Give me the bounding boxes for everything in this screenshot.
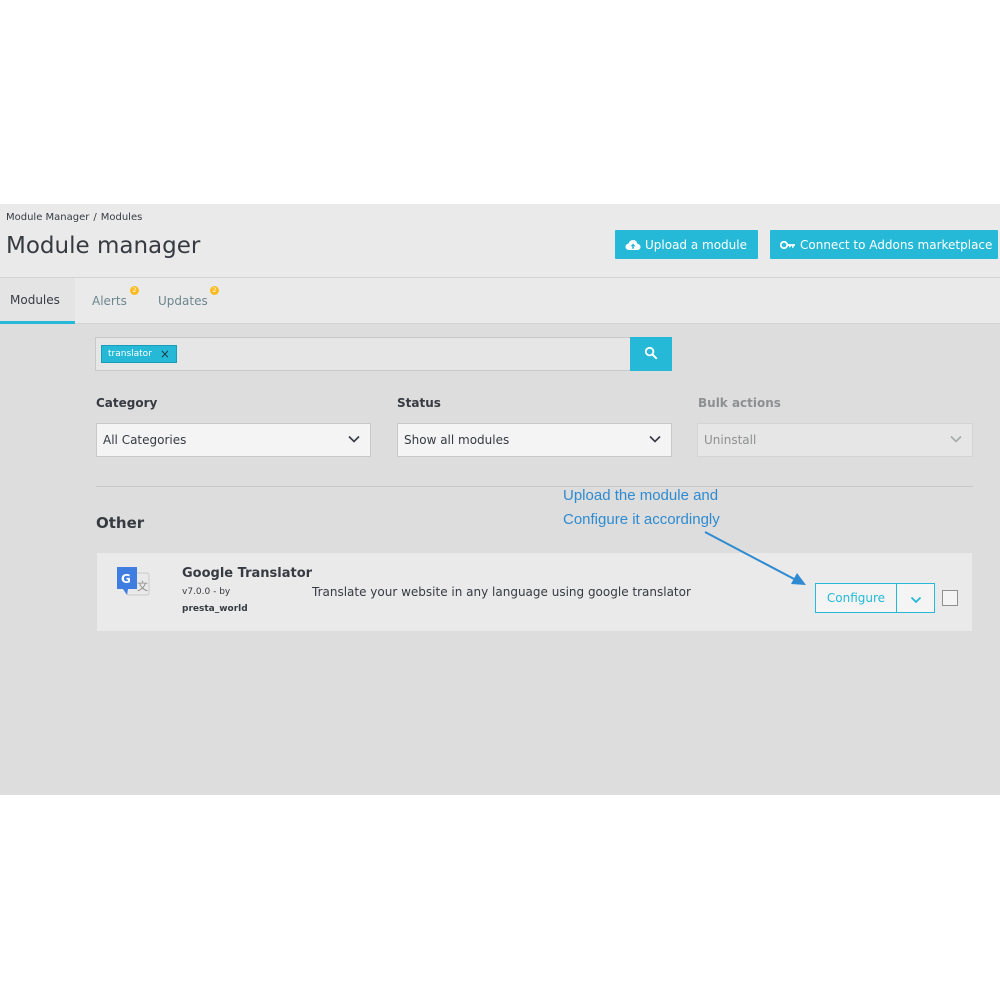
module-card: 文 G Google Translator v7.0.0 - by presta…: [96, 552, 973, 632]
section-title-other: Other: [96, 514, 145, 532]
chevron-down-icon: [348, 435, 360, 443]
annotation-text: Upload the module and Configure it accor…: [563, 484, 803, 532]
module-select-checkbox[interactable]: [942, 590, 958, 606]
breadcrumb-item-module-manager[interactable]: Module Manager: [6, 212, 89, 223]
tab-updates-label: Updates: [158, 294, 208, 308]
search-button[interactable]: [630, 337, 672, 371]
updates-badge: 2: [210, 286, 219, 295]
module-version: v7.0.0 - by: [182, 587, 231, 597]
configure-label: Configure: [826, 591, 886, 605]
chevron-down-icon: [649, 435, 661, 443]
search-icon: [644, 345, 658, 364]
annotation-line-2: Configure it accordingly: [563, 511, 720, 528]
close-icon[interactable]: ×: [160, 347, 170, 361]
section-divider: [96, 486, 973, 487]
status-select[interactable]: Show all modules: [397, 423, 672, 457]
page-header: Module Manager / Modules Module manager Up…: [0, 204, 1000, 278]
svg-text:文: 文: [137, 579, 148, 593]
status-label: Status: [397, 396, 441, 410]
connect-addons-button[interactable]: Connect to Addons marketplace: [770, 230, 998, 259]
category-select[interactable]: All Categories: [96, 423, 371, 457]
module-manager-screenshot: Module Manager / Modules Module manager Up…: [0, 204, 1000, 795]
module-actions-dropdown[interactable]: [896, 583, 935, 613]
tab-alerts[interactable]: Alerts 2: [82, 278, 143, 324]
breadcrumb: Module Manager / Modules: [6, 212, 142, 223]
tabs: Modules Alerts 2 Updates 2: [0, 278, 1000, 324]
cloud-upload-icon: [625, 239, 641, 251]
google-translate-icon: 文 G: [115, 565, 153, 601]
tab-modules-label: Modules: [10, 292, 60, 307]
module-description: Translate your website in any language u…: [312, 585, 691, 599]
alerts-badge: 2: [130, 286, 139, 295]
key-icon: [780, 240, 796, 250]
status-select-value: Show all modules: [404, 433, 510, 447]
search-tag-label: translator: [108, 349, 152, 359]
module-name: Google Translator: [182, 566, 313, 581]
bulk-actions-select-value: Uninstall: [704, 433, 757, 447]
search-input[interactable]: translator ×: [95, 337, 631, 371]
svg-text:G: G: [121, 572, 131, 586]
page-title: Module manager: [6, 233, 201, 259]
upload-module-button[interactable]: Upload a module: [615, 230, 758, 259]
annotation-line-1: Upload the module and: [563, 487, 719, 504]
upload-module-label: Upload a module: [645, 237, 747, 252]
breadcrumb-item-modules[interactable]: Modules: [101, 212, 143, 223]
chevron-down-icon: [950, 435, 962, 443]
search-tag: translator ×: [101, 345, 177, 363]
breadcrumb-separator: /: [93, 212, 97, 223]
tab-alerts-label: Alerts: [92, 294, 127, 308]
connect-addons-label: Connect to Addons marketplace: [800, 237, 993, 252]
tab-modules[interactable]: Modules: [0, 278, 75, 324]
tab-updates[interactable]: Updates 2: [148, 278, 224, 324]
category-label: Category: [96, 396, 158, 410]
category-select-value: All Categories: [103, 433, 187, 447]
module-author: presta_world: [182, 604, 248, 614]
configure-button[interactable]: Configure: [815, 583, 897, 613]
bulk-actions-label: Bulk actions: [698, 396, 781, 410]
bulk-actions-select: Uninstall: [697, 423, 973, 457]
chevron-down-icon: [910, 589, 922, 608]
